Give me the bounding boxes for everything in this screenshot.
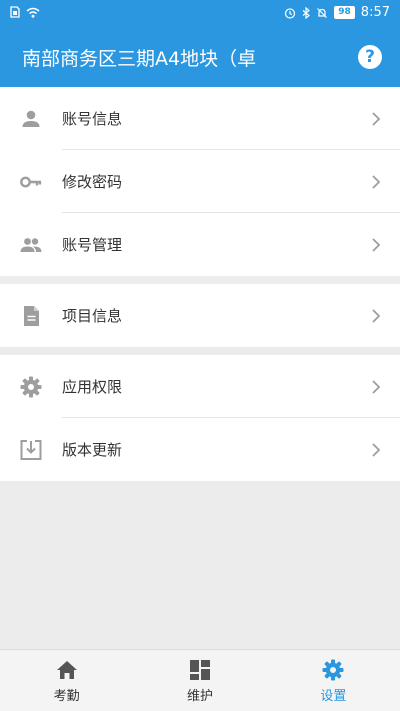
- chevron-right-icon: [372, 442, 381, 457]
- chevron-right-icon: [372, 379, 381, 394]
- chevron-right-icon: [372, 237, 381, 252]
- menu-item-label: 账号信息: [62, 110, 123, 128]
- sim-card-icon: [10, 6, 20, 18]
- menu-item-account-management[interactable]: 账号管理: [0, 213, 400, 276]
- status-time: 8:57: [360, 5, 390, 20]
- menu-item-label: 项目信息: [62, 307, 123, 325]
- app-section: 应用权限 版本更新: [0, 355, 400, 481]
- download-icon: [20, 439, 42, 460]
- chevron-right-icon: [372, 308, 381, 323]
- menu-item-app-permissions[interactable]: 应用权限: [0, 355, 400, 418]
- project-section: 项目信息: [0, 284, 400, 347]
- battery-indicator: 98: [334, 6, 355, 19]
- menu-item-label: 修改密码: [62, 173, 123, 191]
- chevron-right-icon: [372, 111, 381, 126]
- menu-item-label: 账号管理: [62, 236, 123, 254]
- help-icon[interactable]: ?: [358, 45, 382, 69]
- app-header: 98 8:57 南部商务区三期A4地块（卓 ?: [0, 0, 400, 87]
- tab-label: 设置: [320, 688, 347, 704]
- tab-settings[interactable]: 设置: [267, 650, 400, 711]
- tab-label: 维护: [186, 688, 213, 704]
- menu-item-change-password[interactable]: 修改密码: [0, 150, 400, 213]
- menu-item-version-update[interactable]: 版本更新: [0, 418, 400, 481]
- tab-attendance[interactable]: 考勤: [0, 650, 133, 711]
- menu-item-label: 版本更新: [62, 441, 123, 459]
- menu-item-project-info[interactable]: 项目信息: [0, 284, 400, 347]
- mute-bell-icon: [317, 7, 328, 18]
- person-icon: [22, 110, 40, 127]
- tab-maintenance[interactable]: 维护: [133, 650, 266, 711]
- bottom-tab-bar: 考勤 维护 设置: [0, 649, 400, 711]
- status-bar: 98 8:57: [0, 0, 400, 28]
- people-icon: [20, 237, 42, 252]
- key-icon: [20, 176, 42, 187]
- wifi-icon: [26, 7, 40, 18]
- menu-item-account-info[interactable]: 账号信息: [0, 87, 400, 150]
- menu-item-label: 应用权限: [62, 378, 123, 396]
- account-section: 账号信息 修改密码 账号管理: [0, 87, 400, 276]
- page-title: 南部商务区三期A4地块（卓: [22, 48, 257, 70]
- gear-icon: [322, 659, 344, 680]
- tab-label: 考勤: [53, 688, 80, 704]
- home-icon: [56, 660, 77, 679]
- document-icon: [24, 305, 39, 326]
- chevron-right-icon: [372, 174, 381, 189]
- gear-icon: [20, 376, 42, 397]
- alarm-icon: [285, 7, 296, 19]
- bluetooth-icon: [302, 6, 311, 19]
- dashboard-icon: [189, 659, 210, 680]
